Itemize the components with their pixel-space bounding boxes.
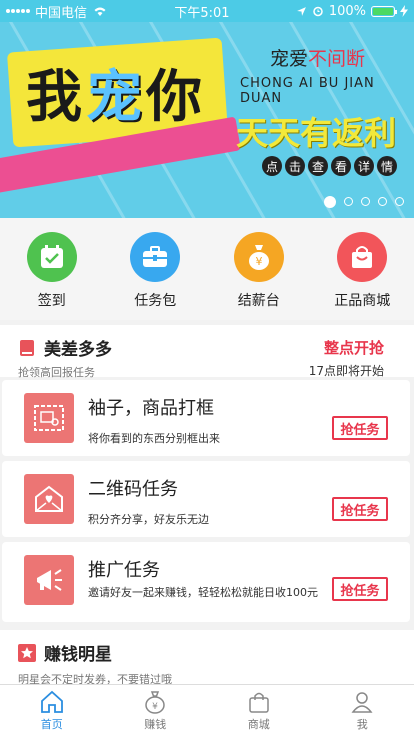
calendar-check-icon (26, 232, 77, 282)
task-card-promotion[interactable]: 推广任务 邀请好友一起来赚钱，轻轻松松就能日收100元 抢任务 (2, 542, 410, 622)
user-icon (351, 691, 373, 713)
banner-pinyin: CHONG AI BU JIAN DUAN (240, 76, 375, 106)
task-title: 二维码任务 (88, 479, 178, 500)
section-title: 赚钱明星 (44, 645, 112, 665)
svg-text:¥: ¥ (255, 255, 262, 268)
task-desc: 邀请好友一起来赚钱，轻轻松松就能日收100元 (88, 586, 318, 599)
bottom-tab-bar: 首页 ¥ 赚钱 商城 我 (0, 684, 414, 736)
status-bar: 中国电信 下午5:01 100% (0, 0, 414, 22)
rush-time: 17点即将开始 (308, 364, 384, 378)
grab-task-button[interactable]: 抢任务 (332, 497, 388, 521)
clock: 下午5:01 (174, 5, 230, 21)
rush-schedule[interactable]: 整点开抢 17点即将开始 (309, 337, 384, 379)
quick-nav-label: 任务包 (134, 293, 177, 309)
promo-banner[interactable]: 我宠你 宠爱不间断 CHONG AI BU JIAN DUAN 天天有返利 点 … (0, 0, 414, 218)
quick-nav-mall[interactable]: 正品商城 (317, 232, 407, 320)
tab-home[interactable]: 首页 (7, 685, 97, 736)
battery-percent: 100% (328, 3, 366, 19)
section-title: 美差多多 (44, 340, 112, 360)
tab-mall[interactable]: 商城 (214, 685, 304, 736)
grab-task-button[interactable]: 抢任务 (332, 416, 388, 440)
location-icon (296, 6, 306, 16)
quick-nav: 签到 任务包 ¥ 结薪台 正品商城 (0, 218, 414, 320)
banner-detail-badges[interactable]: 点 击 查 看 详 情 (262, 156, 397, 176)
task-desc: 积分齐分享，好友乐无边 (88, 513, 209, 526)
money-bag-icon: ¥ (233, 232, 284, 282)
section-header-tasks: 美差多多 抢领高回报任务 整点开抢 17点即将开始 (0, 325, 414, 379)
task-title: 推广任务 (88, 560, 160, 581)
image-frame-icon (24, 393, 74, 443)
tab-earn[interactable]: ¥ 赚钱 (110, 685, 200, 736)
banner-slogan: 宠爱不间断 (270, 48, 366, 70)
svg-text:¥: ¥ (152, 702, 158, 712)
task-title: 袖子，商品打框 (88, 398, 214, 419)
envelope-heart-icon (24, 474, 74, 524)
task-desc: 将你看到的东西分别框出来 (88, 432, 220, 445)
task-card-qrcode[interactable]: 二维码任务 积分齐分享，好友乐无边 抢任务 (2, 461, 410, 537)
shopping-bag-outline-icon (249, 692, 269, 713)
carrier-label: 中国电信 (35, 5, 88, 21)
wifi-icon (94, 7, 106, 16)
alarm-icon (313, 6, 323, 17)
quick-nav-checkin[interactable]: 签到 (7, 232, 97, 320)
charging-icon (399, 5, 408, 17)
section-header-stars: 赚钱明星 明星会不定时发券，不要错过哦 (0, 630, 414, 686)
home-icon (40, 690, 63, 713)
banner-headline: 我宠你 (26, 64, 206, 130)
rush-title: 整点开抢 (323, 339, 384, 357)
battery-icon (370, 5, 397, 17)
task-card-frame[interactable]: 袖子，商品打框 将你看到的东西分别框出来 抢任务 (2, 380, 410, 456)
quick-nav-label: 签到 (37, 293, 66, 309)
book-icon (20, 339, 34, 356)
banner-pagination[interactable] (324, 196, 404, 208)
grab-task-button[interactable]: 抢任务 (332, 577, 388, 601)
quick-nav-payout[interactable]: ¥ 结薪台 (214, 232, 304, 320)
signal-icon (6, 9, 30, 13)
banner-daily-rebate: 天天有返利 (236, 114, 397, 152)
star-icon (18, 643, 36, 662)
shopping-bag-icon (337, 232, 388, 282)
tab-me[interactable]: 我 (317, 685, 407, 736)
megaphone-icon (24, 555, 74, 605)
quick-nav-label: 结薪台 (237, 293, 280, 309)
quick-nav-task-pack[interactable]: 任务包 (110, 232, 200, 320)
briefcase-icon (130, 232, 181, 282)
quick-nav-label: 正品商城 (334, 293, 391, 309)
money-bag-outline-icon: ¥ (145, 690, 165, 714)
